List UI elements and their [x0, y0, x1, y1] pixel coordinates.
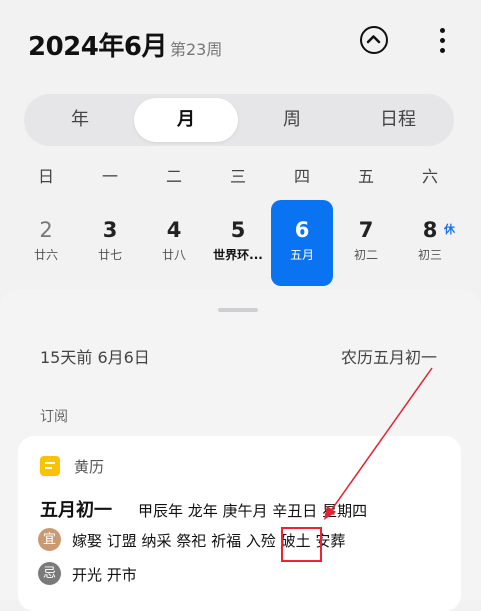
- weekday-label: 二: [165, 167, 182, 186]
- date-cell[interactable]: 2 廿六: [15, 200, 77, 286]
- lunar-label: 初三: [417, 248, 442, 262]
- header: 2024年6月 第23周: [0, 0, 481, 90]
- weekday-header: 日 一 二 三 四 五 六: [0, 163, 481, 193]
- weekday-label: 四: [293, 167, 310, 186]
- weekday-label: 三: [229, 167, 246, 186]
- date-cell[interactable]: 7 初二: [335, 200, 397, 286]
- date-number: 5: [230, 218, 246, 242]
- weekday-label: 六: [421, 167, 438, 186]
- lunar-label: 初二: [353, 248, 378, 262]
- lunar-label: 廿八: [161, 248, 186, 262]
- month-title[interactable]: 2024年6月: [28, 26, 167, 63]
- almanac-lunar-date: 五月初一: [40, 500, 112, 521]
- date-number: 6: [294, 218, 310, 242]
- date-number: 3: [102, 218, 118, 242]
- almanac-book-icon: [40, 456, 60, 476]
- detail-sheet: 15天前 6月6日 农历五月初一 订阅 黄历 五月初一 甲辰年 龙年 庚午月 辛…: [0, 290, 481, 611]
- annotation-highlight-box: [281, 527, 322, 562]
- week-number: 第23周: [170, 40, 223, 59]
- date-cell[interactable]: 3 廿七: [79, 200, 141, 286]
- lunar-label: 廿六: [33, 248, 58, 262]
- date-number: 7: [358, 218, 374, 242]
- date-cell[interactable]: 8 初三: [399, 200, 461, 286]
- weekday-label: 一: [101, 167, 118, 186]
- holiday-rest-badge: 休: [444, 223, 455, 236]
- week-dates: 2 廿六 3 廿七 4 廿八 5 世界环... 6 五月 7 初二 8 初三: [0, 200, 481, 288]
- lunar-label: 五月: [289, 248, 314, 262]
- view-switcher: 年 月 周 日程: [24, 94, 454, 146]
- almanac-ganzhi-date: 甲辰年 龙年 庚午月 辛丑日 星期四: [138, 502, 368, 520]
- date-cell-selected[interactable]: 6 五月: [271, 200, 333, 286]
- date-cell[interactable]: 4 廿八: [143, 200, 205, 286]
- lunar-label: 廿七: [97, 248, 122, 262]
- chevron-up-icon: [366, 35, 381, 44]
- tab-schedule[interactable]: 日程: [346, 98, 450, 142]
- lunar-label: 世界环...: [213, 248, 263, 262]
- date-number: 2: [39, 218, 53, 242]
- weekday-label: 五: [357, 167, 374, 186]
- tab-week[interactable]: 周: [240, 98, 344, 142]
- inauspicious-items: 开光 开市: [72, 566, 137, 584]
- drag-handle[interactable]: [218, 308, 258, 312]
- tab-month[interactable]: 月: [134, 98, 238, 142]
- date-cell[interactable]: 5 世界环...: [207, 200, 269, 286]
- relative-date: 15天前 6月6日: [40, 348, 150, 367]
- inauspicious-badge: 忌: [38, 562, 61, 585]
- section-label-subscription: 订阅: [40, 409, 68, 425]
- tab-year[interactable]: 年: [28, 98, 132, 142]
- almanac-title: 黄历: [74, 458, 105, 476]
- weekday-label: 日: [37, 167, 54, 186]
- auspicious-badge: 宜: [38, 528, 61, 551]
- almanac-card[interactable]: 黄历 五月初一 甲辰年 龙年 庚午月 辛丑日 星期四 宜 嫁娶 订盟 纳采 祭祀…: [18, 436, 461, 611]
- collapse-button[interactable]: [360, 26, 388, 54]
- lunar-date: 农历五月初一: [340, 348, 437, 367]
- more-options-icon[interactable]: [434, 28, 450, 54]
- date-number: 4: [166, 218, 182, 242]
